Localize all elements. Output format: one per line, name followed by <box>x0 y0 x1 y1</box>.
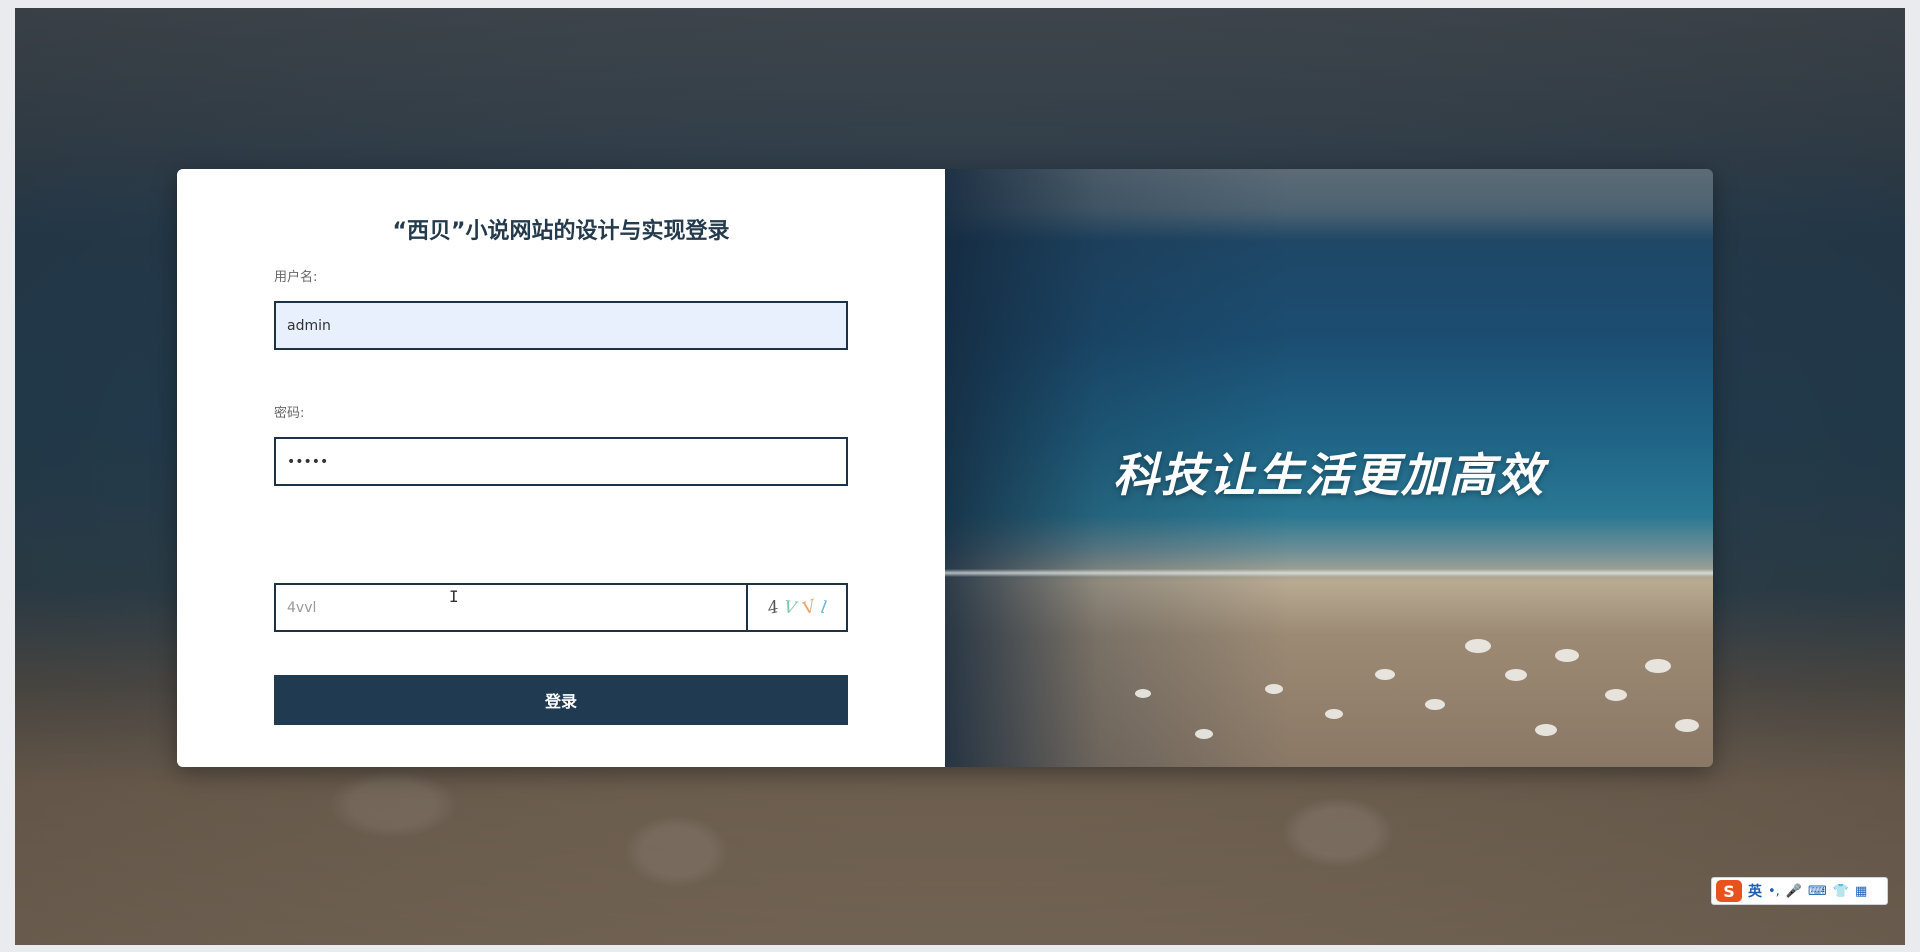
ime-mode-toggle[interactable]: 英 <box>1748 881 1762 901</box>
microphone-icon[interactable]: 🎤 <box>1786 884 1802 899</box>
login-panel: “西贝”小说网站的设计与实现登录 用户名: 密码: 4 V V l 登录 <box>177 169 945 767</box>
captcha-char: V <box>799 596 819 619</box>
captcha-row: 4 V V l <box>274 583 848 632</box>
beach-umbrella <box>1505 669 1527 681</box>
keyboard-icon[interactable]: ⌨ <box>1808 884 1827 899</box>
password-input[interactable] <box>274 437 848 486</box>
banner-image: 科技让生活更加高效 <box>945 169 1713 767</box>
username-input[interactable] <box>274 301 848 350</box>
text-cursor-icon: I <box>449 587 459 606</box>
login-card: “西贝”小说网站的设计与实现登录 用户名: 密码: 4 V V l 登录 <box>177 169 1713 767</box>
beach-umbrella <box>1645 659 1671 673</box>
login-button[interactable]: 登录 <box>274 675 848 725</box>
punctuation-toggle[interactable]: •, <box>1768 884 1780 899</box>
banner-slogan: 科技让生活更加高效 <box>1113 448 1545 502</box>
captcha-input[interactable] <box>276 585 748 630</box>
beach-umbrella <box>1425 699 1445 710</box>
beach-umbrella <box>1325 709 1343 719</box>
captcha-char: l <box>819 597 829 618</box>
page-title: “西贝”小说网站的设计与实现登录 <box>392 219 730 244</box>
beach-umbrella <box>1265 684 1283 694</box>
captcha-char: V <box>783 596 799 619</box>
skin-icon[interactable]: 👕 <box>1833 884 1849 899</box>
beach-umbrella <box>1135 689 1151 698</box>
ime-toolbar[interactable]: S 英 •, 🎤 ⌨ 👕 ▦ <box>1711 877 1888 905</box>
beach-umbrella <box>1195 729 1213 739</box>
captcha-char: 4 <box>765 596 781 619</box>
username-label: 用户名: <box>274 270 318 285</box>
beach-umbrella <box>1675 719 1699 732</box>
sogou-logo-icon[interactable]: S <box>1716 880 1742 902</box>
shoreline <box>945 569 1713 577</box>
beach-umbrella <box>1465 639 1491 653</box>
captcha-image[interactable]: 4 V V l <box>748 585 846 630</box>
password-label: 密码: <box>274 406 305 421</box>
toolbox-icon[interactable]: ▦ <box>1855 884 1867 899</box>
beach-umbrella <box>1535 724 1557 736</box>
beach-umbrella <box>1375 669 1395 680</box>
beach-umbrella <box>1605 689 1627 701</box>
beach-umbrella <box>1555 649 1579 662</box>
